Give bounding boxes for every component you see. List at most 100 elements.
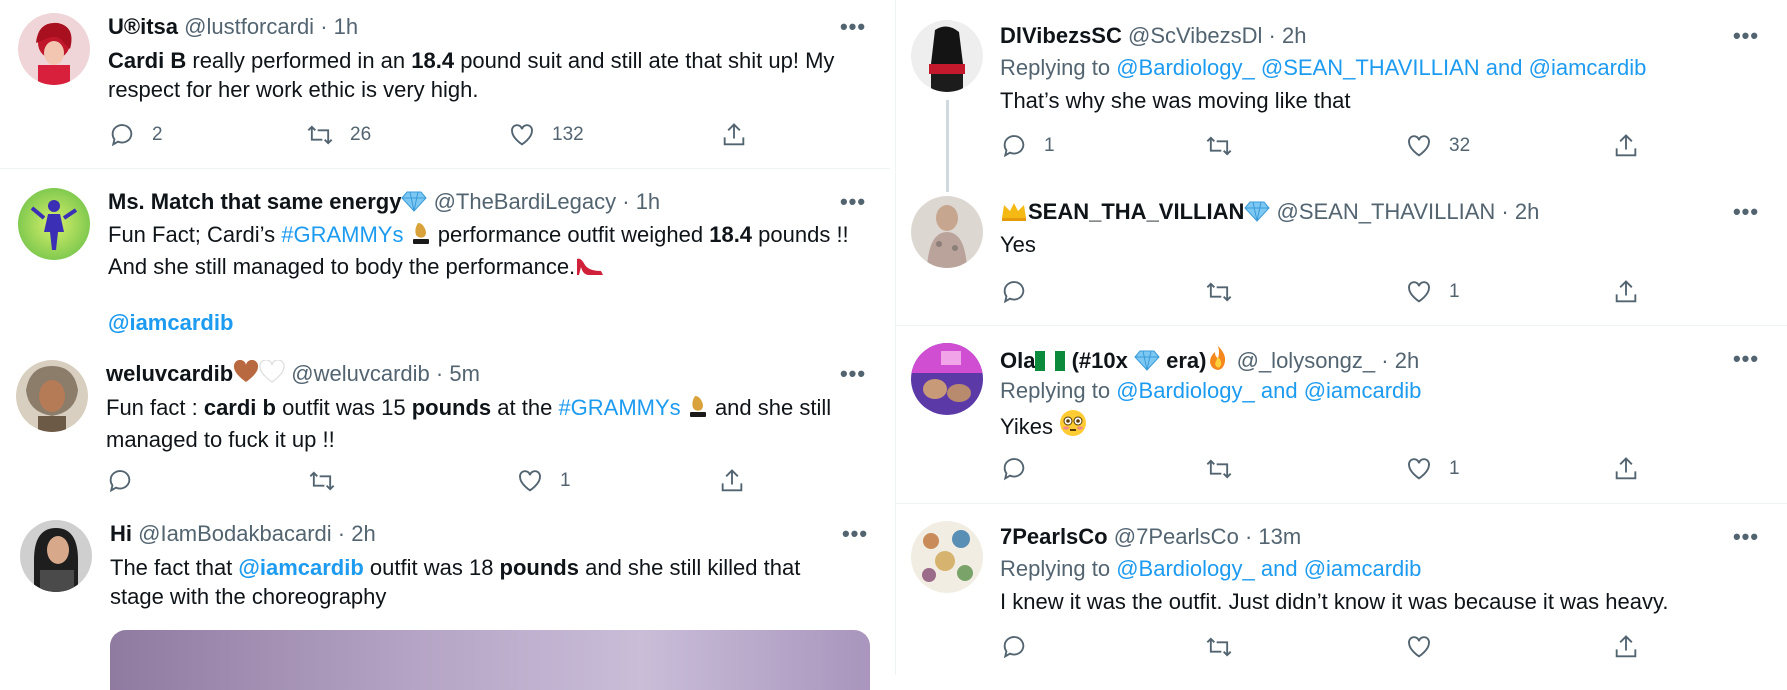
mention-text[interactable]: @iamcardib (108, 310, 233, 335)
like-button[interactable]: 1 (516, 466, 571, 496)
avatar[interactable] (16, 360, 88, 432)
mention-link[interactable]: @iamcardib (238, 555, 363, 580)
tweet[interactable]: Hi @IamBodakbacardi · 2h ••• The fact th… (0, 510, 890, 690)
avatar[interactable] (18, 188, 90, 260)
share-button[interactable] (1612, 131, 1640, 161)
like-button[interactable]: 1 (1405, 454, 1460, 484)
timestamp[interactable]: 2h (1515, 199, 1539, 224)
display-name[interactable]: DlVibezsSC (1000, 23, 1122, 48)
replying-to-conjunction[interactable]: and (1261, 556, 1298, 581)
user-handle[interactable]: @TheBardiLegacy (434, 189, 617, 214)
share-button[interactable] (1612, 632, 1640, 662)
retweet-button[interactable]: 26 (306, 120, 371, 150)
reply-icon (109, 470, 131, 493)
user-handle[interactable]: @SEAN_THAVILLIAN (1276, 199, 1495, 224)
display-name[interactable]: U®itsa (108, 14, 178, 39)
tweet[interactable]: SEAN_THA_VILLIAN @SEAN_THAVILLIAN · 2h •… (896, 190, 1787, 325)
more-icon[interactable]: ••• (1731, 345, 1761, 373)
timestamp[interactable]: 13m (1258, 524, 1301, 549)
reply-count: 1 (1044, 135, 1055, 156)
hashtag-link[interactable]: #GRAMMYs (558, 395, 680, 420)
mention-link[interactable]: @iamcardib (1304, 378, 1422, 403)
retweet-button[interactable] (1205, 131, 1249, 161)
display-name[interactable]: SEAN_THA_VILLIAN (1028, 199, 1244, 224)
share-button[interactable] (1612, 454, 1640, 484)
display-name[interactable]: Ms. Match that same energy (108, 189, 401, 214)
reply-icon (1003, 636, 1025, 659)
retweet-button[interactable] (1205, 632, 1249, 662)
retweet-count: 26 (350, 124, 372, 145)
avatar[interactable] (20, 520, 92, 592)
text-segment: Fun fact : (106, 395, 204, 420)
replying-to-conjunction[interactable]: and (1261, 378, 1298, 403)
tweet-media[interactable] (110, 630, 870, 690)
reply-button[interactable] (1000, 454, 1044, 484)
timestamp[interactable]: 1h (636, 189, 660, 214)
avatar[interactable] (911, 343, 983, 415)
display-name[interactable]: weluvcardib (106, 361, 233, 386)
user-handle[interactable]: @IamBodakbacardi (138, 521, 332, 546)
mention-link[interactable]: @Bardiology_ (1116, 556, 1255, 581)
tweet[interactable]: weluvcardib @weluvcardib · 5m ••• Fun fa… (0, 350, 890, 505)
more-icon[interactable]: ••• (838, 360, 868, 388)
more-icon[interactable]: ••• (838, 188, 868, 216)
like-icon (519, 470, 541, 492)
dot-separator: · (320, 14, 328, 39)
mention-link[interactable]: @Bardiology_ (1116, 55, 1255, 80)
user-handle[interactable]: @ScVibezsDl (1128, 23, 1262, 48)
mention-link[interactable]: @iamcardib (1529, 55, 1647, 80)
divider (0, 168, 890, 169)
mention-link[interactable]: @Bardiology_ (1116, 378, 1255, 403)
share-icon (721, 469, 743, 492)
mention-link[interactable]: @iamcardib (108, 308, 233, 337)
timestamp[interactable]: 2h (351, 521, 375, 546)
avatar[interactable] (911, 521, 983, 593)
more-icon[interactable]: ••• (838, 13, 868, 41)
replying-to-conjunction[interactable]: and (1486, 55, 1523, 80)
timestamp[interactable]: 1h (334, 14, 358, 39)
share-button[interactable] (720, 120, 748, 150)
reply-button[interactable] (1000, 277, 1044, 307)
user-handle[interactable]: @7PearlsCo (1114, 524, 1239, 549)
avatar[interactable] (911, 20, 983, 92)
tweet[interactable]: U®itsa @lustforcardi · 1h ••• Cardi B re… (0, 0, 890, 170)
display-name[interactable]: 7PearlsCo (1000, 524, 1108, 549)
more-icon[interactable]: ••• (1731, 523, 1761, 551)
share-button[interactable] (718, 466, 746, 496)
text-bold: Cardi B (108, 48, 187, 73)
tweet[interactable]: Ms. Match that same energy @TheBardiLega… (0, 170, 890, 350)
reply-icon (1003, 135, 1025, 158)
hashtag-link[interactable]: #GRAMMYs (281, 222, 403, 247)
retweet-button[interactable] (1205, 277, 1249, 307)
reply-button[interactable]: 1 (1000, 131, 1055, 161)
timestamp[interactable]: 2h (1282, 23, 1306, 48)
reply-button[interactable] (106, 466, 150, 496)
avatar[interactable] (911, 196, 983, 268)
timestamp[interactable]: 2h (1395, 348, 1419, 373)
like-button[interactable]: 32 (1405, 131, 1470, 161)
user-handle[interactable]: @weluvcardib (291, 361, 430, 386)
retweet-button[interactable] (1205, 454, 1249, 484)
avatar[interactable] (18, 13, 90, 85)
mention-link[interactable]: @iamcardib (1304, 556, 1422, 581)
more-icon[interactable]: ••• (1731, 22, 1761, 50)
user-handle[interactable]: @lustforcardi (184, 14, 314, 39)
timestamp[interactable]: 5m (449, 361, 480, 386)
share-button[interactable] (1612, 277, 1640, 307)
display-name[interactable]: Ola (1000, 348, 1035, 373)
mention-link[interactable]: @SEAN_THAVILLIAN (1261, 55, 1480, 80)
user-handle[interactable]: @_lolysongz_ (1237, 348, 1376, 373)
more-icon[interactable]: ••• (840, 520, 870, 548)
reply-button[interactable] (1000, 632, 1044, 662)
retweet-button[interactable] (308, 466, 352, 496)
display-name[interactable]: Hi (110, 521, 132, 546)
reply-button[interactable]: 2 (108, 120, 163, 150)
more-icon[interactable]: ••• (1731, 198, 1761, 226)
like-button[interactable]: 132 (508, 120, 584, 150)
like-button[interactable] (1405, 632, 1449, 662)
tweet[interactable]: 7PearlsCo @7PearlsCo · 13m ••• Replying … (896, 504, 1787, 675)
tweet[interactable]: Ola (#10x era) @_lolysongz_ · 2h ••• Rep… (896, 326, 1787, 501)
tweet[interactable]: DlVibezsSC @ScVibezsDl · 2h ••• Replying… (896, 0, 1787, 190)
retweet-icon (1206, 282, 1232, 302)
like-button[interactable]: 1 (1405, 277, 1460, 307)
